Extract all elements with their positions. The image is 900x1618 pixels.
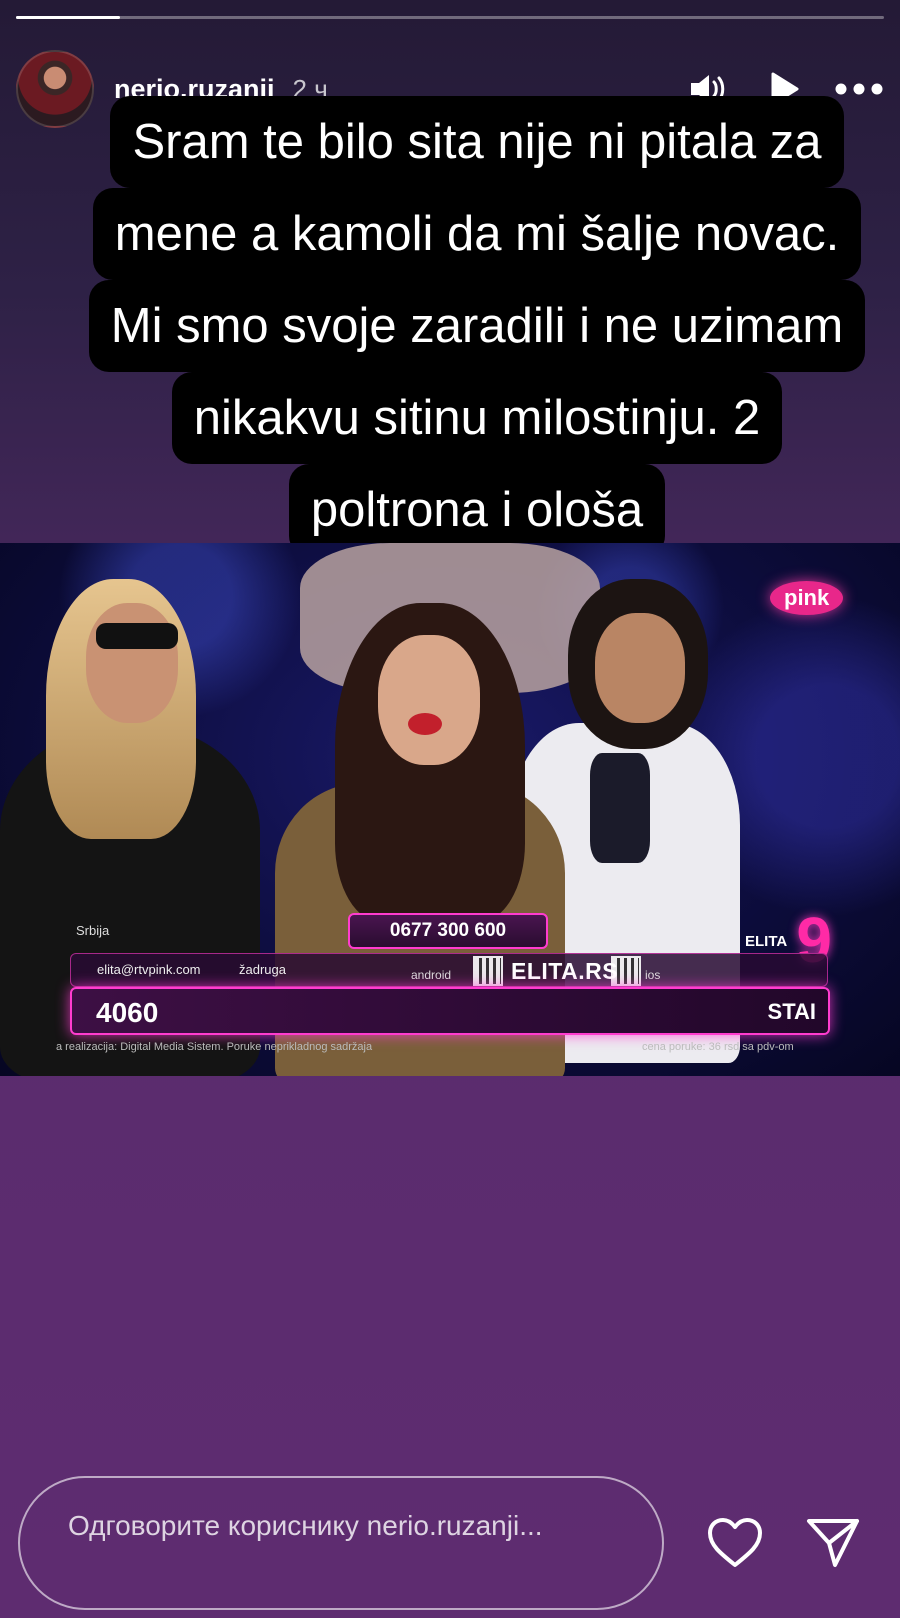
right-person-face (595, 613, 685, 723)
ticker-fine-print-left: a realizacija: Digital Media Sistem. Por… (56, 1041, 373, 1053)
caption-line: Mi smo svoje zaradili i ne uzimam (88, 280, 866, 372)
ticker-android-label: android (411, 968, 452, 982)
story-caption: Sram te bilo sita nije ni pitala za mene… (58, 96, 896, 556)
ticker-status: STAI (767, 999, 816, 1024)
story-footer (18, 1476, 884, 1614)
ticker-email: elita@rtvpink.com (97, 962, 201, 977)
ticker-main-bar: 4060 STAI (70, 987, 830, 1035)
ticker-fine-print-right: cena poruke: 36 rsd sa pdv-om (642, 1041, 794, 1053)
reply-input[interactable] (18, 1476, 664, 1610)
more-icon (835, 83, 883, 95)
show-logo-text: ELITA (745, 933, 788, 950)
story-media-image: pink 9 ELITA Srbija 0677 300 600 elita@r… (0, 543, 900, 1076)
ticker-ios-label: ios (645, 968, 661, 982)
center-person-face (378, 635, 480, 765)
qr-code-icon (611, 956, 641, 986)
ticker-country: Srbija (76, 923, 110, 938)
pink-channel-logo: pink (770, 581, 844, 615)
left-person-face (86, 603, 178, 723)
right-person-top (590, 753, 650, 863)
qr-code-icon (473, 956, 503, 986)
heart-icon (708, 1518, 762, 1567)
send-icon (807, 1519, 859, 1567)
caption-line: Sram te bilo sita nije ni pitala za (110, 96, 844, 188)
ticker-count: 4060 (96, 997, 159, 1028)
ticker-phone: 0677 300 600 (348, 913, 548, 949)
sunglasses (96, 623, 178, 649)
share-button[interactable] (802, 1512, 864, 1574)
caption-line: mene a kamoli da mi šalje novac. (92, 188, 862, 280)
story-progress-fill (16, 16, 121, 19)
center-person-lips (408, 713, 442, 735)
ticker-tag: žadruga (239, 962, 286, 977)
ticker-site: ELITA.RS (511, 958, 619, 984)
ticker-contact-bar: elita@rtvpink.com žadruga android ELITA.… (70, 953, 828, 987)
like-button[interactable] (704, 1512, 766, 1574)
story-progress-bar (16, 16, 884, 19)
caption-line: nikakvu sitinu milostinju. 2 (171, 372, 783, 464)
